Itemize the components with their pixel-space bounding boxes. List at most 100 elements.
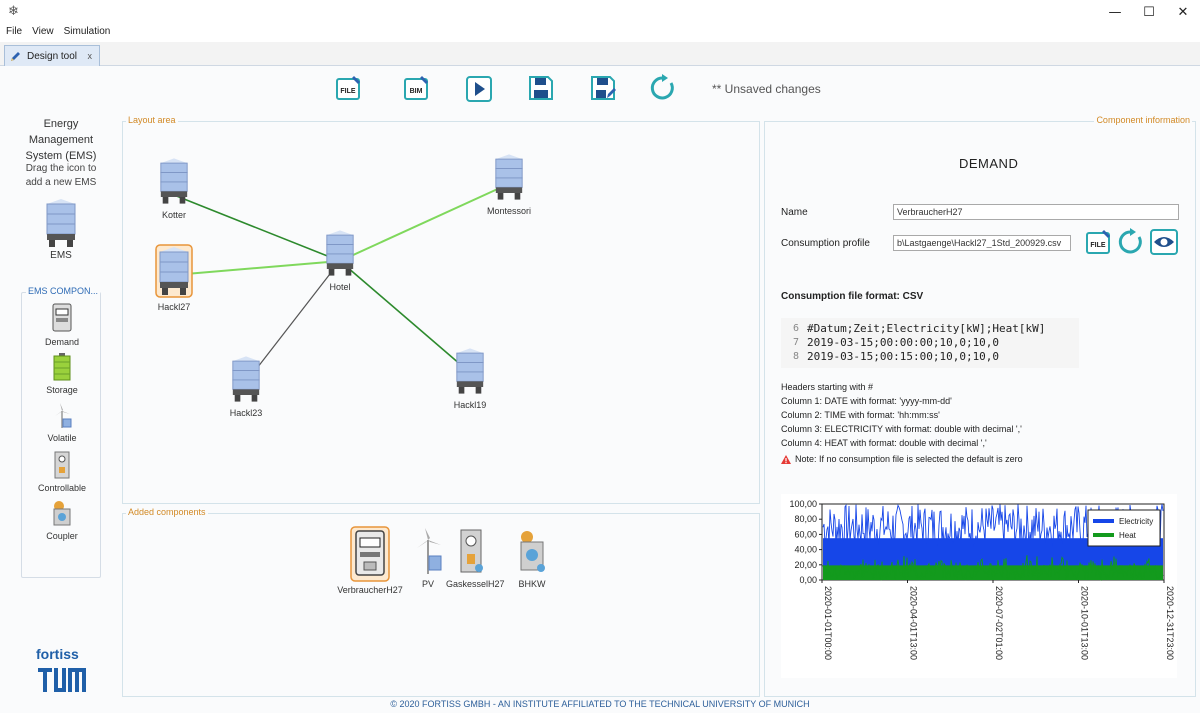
tab-label: Design tool [27,50,78,62]
x-tick-label: 2020-01-01T00:00 [823,586,833,660]
ems-server-icon[interactable] [44,198,78,248]
server-icon [326,230,354,276]
code-line-number: 7 [792,337,799,348]
node-hackl27[interactable]: Hackl27 [144,244,204,312]
choose-profile-button[interactable]: FILE [1085,228,1113,256]
code-line-text: 2019-03-15;00:00:00;10,0;10,0 [807,336,1000,349]
component-storage[interactable]: Storage [22,353,102,395]
node-hackl19[interactable]: Hackl19 [440,346,500,410]
y-tick-label: 20,00 [794,560,817,570]
node-label: Montessori [486,206,531,216]
added-item-label: BHKW [518,579,546,589]
x-tick-label: 2020-10-01T13:00 [1080,586,1090,660]
network-links [173,186,503,382]
toolbar: FILE BIM ** Unsaved changes [0,72,1200,106]
tab-close-icon[interactable]: x [88,51,93,61]
save-icon [529,76,553,100]
added-item-label: VerbraucherH27 [337,585,403,595]
node-label: Kotter [161,210,186,220]
tab-strip: Design tool x [0,42,1200,66]
refresh-icon [1118,228,1142,254]
svg-text:FILE: FILE [1090,242,1105,249]
ems-hint-line2: add a new EMS [25,177,97,188]
legend-label: Heat [1119,531,1137,540]
node-hotel[interactable]: Hotel [310,228,370,292]
preview-profile-button[interactable] [1150,229,1178,257]
import-bim-button[interactable]: BIM [402,72,432,104]
window-controls: — ☐ ✕ [1098,0,1200,24]
unsaved-changes-indicator: ** Unsaved changes [712,82,821,96]
component-volatile-label: Volatile [47,433,77,443]
close-button[interactable]: ✕ [1166,0,1200,24]
file-icon: FILE [1086,230,1110,254]
component-demand-label: Demand [44,337,80,347]
coupler-icon [520,531,545,572]
y-tick-label: 100,00 [789,499,817,509]
format-line: Column 2: TIME with format: 'hh:mm:ss' [781,410,940,420]
ems-title-line1: Energy Management [28,118,94,146]
tab-design-tool[interactable]: Design tool x [4,45,100,66]
component-coupler-label: Coupler [46,531,78,541]
wind-turbine-icon [417,528,442,574]
node-montessori[interactable]: Montessori [479,152,539,216]
component-coupler[interactable]: Coupler [22,499,102,541]
added-item-gaskessel[interactable]: GaskesselH27 [446,528,505,589]
open-file-button[interactable]: FILE [334,72,364,104]
bim-icon: BIM [404,76,428,100]
menu-simulation[interactable]: Simulation [64,26,111,42]
node-label: Hackl19 [453,400,487,410]
reset-profile-button[interactable] [1117,228,1145,256]
reset-button[interactable] [648,72,678,104]
server-icon [232,356,260,402]
minimize-button[interactable]: — [1098,0,1132,24]
csv-format-example: 6 #Datum;Zeit;Electricity[kW];Heat[kW] 72… [781,318,1079,368]
ems-hint-line1: Drag the icon to [25,163,97,174]
menu-bar: File View Simulation [0,26,110,42]
default-note-text: Note: If no consumption file is selected… [795,454,1023,464]
file-icon: FILE [336,76,360,100]
format-title: Consumption file format: CSV [781,291,924,302]
server-icon [160,158,188,204]
format-description: Headers starting with # Column 1: DATE w… [781,380,1022,450]
ems-hint: Drag the icon to add a new EMS [10,162,112,190]
menu-view[interactable]: View [32,26,54,42]
eye-icon [1150,229,1178,255]
format-line: Column 3: ELECTRICITY with format: doubl… [781,424,1022,434]
coupler-icon [53,501,71,526]
wind-turbine-icon [55,403,72,428]
consumption-profile-input[interactable] [893,235,1071,251]
maximize-button[interactable]: ☐ [1132,0,1166,24]
server-icon-selected [155,244,193,298]
name-input[interactable] [893,204,1179,220]
svg-text:FILE: FILE [340,88,355,95]
consumption-profile-label: Consumption profile [781,238,870,249]
added-item-pv[interactable]: PV [408,528,448,589]
code-line-number: 6 [792,323,799,334]
ems-components-group: EMS COMPON... Demand Storage Volatile Co… [21,286,102,578]
format-line: Headers starting with # [781,382,874,392]
consumption-chart: 0,00 20,00 40,00 60,00 80,00 100,00 2020-01-01… [781,494,1177,678]
added-item-label: PV [421,579,434,589]
save-button[interactable] [526,72,556,104]
added-item-bhkw[interactable]: BHKW [510,528,554,589]
component-controllable[interactable]: Controllable [22,451,102,493]
component-volatile[interactable]: Volatile [22,403,102,443]
tum-logo [38,668,86,692]
added-item-label: GaskesselH27 [446,579,505,589]
pencil-icon [11,52,20,61]
code-line-number: 8 [792,351,799,362]
ems-components-title: EMS COMPON... [26,286,100,296]
component-storage-label: Storage [46,385,78,395]
ems-title: Energy Management System (EMS) [10,116,112,164]
node-kotter[interactable]: Kotter [144,156,204,220]
component-information-legend: Component information [1094,115,1192,125]
menu-file[interactable]: File [6,26,22,42]
app-icon: ❄ [8,4,19,19]
node-label: Hotel [329,282,351,292]
component-demand[interactable]: Demand [22,303,102,347]
run-simulation-button[interactable] [464,72,494,104]
component-controllable-label: Controllable [37,483,87,493]
added-item-verbraucher[interactable]: VerbraucherH27 [330,526,410,595]
save-as-button[interactable] [588,72,618,104]
node-hackl23[interactable]: Hackl23 [216,354,276,418]
